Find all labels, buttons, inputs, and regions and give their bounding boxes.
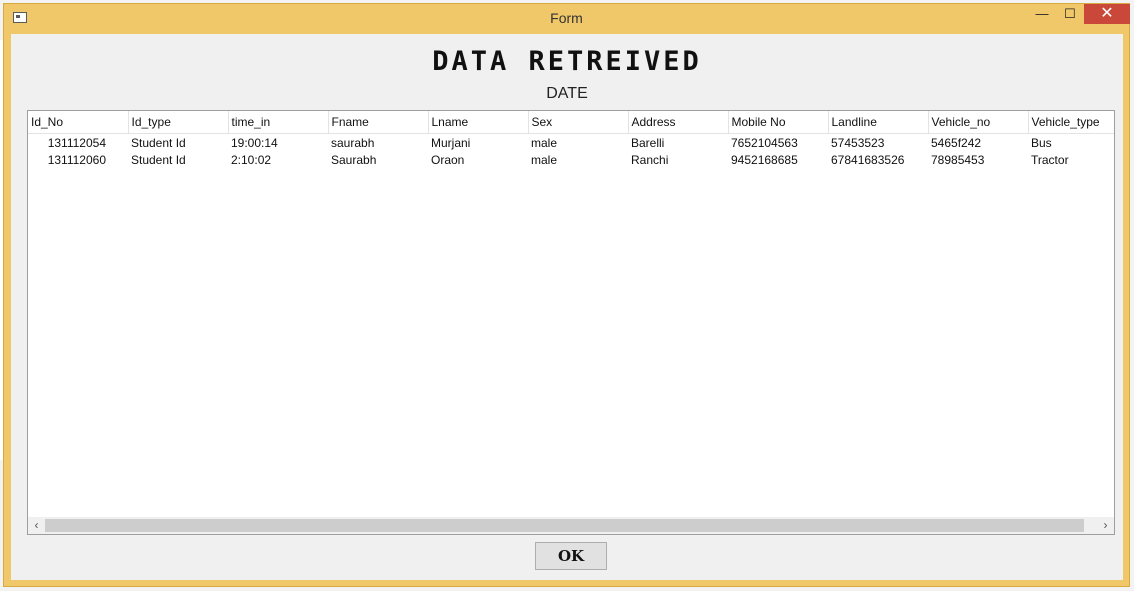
cell-fname[interactable]: Saurabh [328,151,428,168]
column-header-vehicle-type[interactable]: Vehicle_type [1028,111,1114,134]
cell-vehicle-type[interactable]: Bus [1028,134,1114,152]
table-header-row: Id_No Id_type time_in Fname Lname Sex Ad… [28,111,1114,134]
cell-vehicle-no[interactable]: 78985453 [928,151,1028,168]
cell-lname[interactable]: Oraon [428,151,528,168]
cell-time-in[interactable]: 19:00:14 [228,134,328,152]
table-row[interactable]: 131112054 Student Id 19:00:14 saurabh Mu… [28,134,1114,152]
cell-id-type[interactable]: Student Id [128,151,228,168]
scrollbar-thumb[interactable] [45,519,1084,532]
column-header-id-type[interactable]: Id_type [128,111,229,134]
cell-landline[interactable]: 57453523 [828,134,928,152]
cell-id-no[interactable]: 131112060 [28,151,128,168]
form-window: Form — ☐ ✕ DATA RETREIVED DATE Id_No Id_… [3,3,1130,587]
cell-mobile-no[interactable]: 9452168685 [728,151,828,168]
cell-mobile-no[interactable]: 7652104563 [728,134,828,152]
maximize-button[interactable]: ☐ [1056,4,1084,24]
column-header-id-no[interactable]: Id_No [28,111,129,134]
data-table: Id_No Id_type time_in Fname Lname Sex Ad… [28,111,1114,168]
column-header-fname[interactable]: Fname [328,111,429,134]
cell-lname[interactable]: Murjani [428,134,528,152]
page-title: DATA RETREIVED [432,46,702,77]
cell-vehicle-no[interactable]: 5465f242 [928,134,1028,152]
close-button[interactable]: ✕ [1084,4,1130,24]
cell-id-no[interactable]: 131112054 [28,134,128,152]
cell-sex[interactable]: male [528,134,628,152]
table-row[interactable]: 131112060 Student Id 2:10:02 Saurabh Ora… [28,151,1114,168]
data-grid[interactable]: Id_No Id_type time_in Fname Lname Sex Ad… [27,110,1115,535]
column-header-mobile-no[interactable]: Mobile No [728,111,829,134]
cell-fname[interactable]: saurabh [328,134,428,152]
scroll-right-icon[interactable]: › [1097,517,1114,534]
cell-landline[interactable]: 67841683526 [828,151,928,168]
scroll-left-icon[interactable]: ‹ [28,517,45,534]
form-client-area: DATA RETREIVED DATE Id_No Id_type time_i… [11,34,1123,580]
cell-id-type[interactable]: Student Id [128,134,228,152]
column-header-time-in[interactable]: time_in [228,111,329,134]
ok-button[interactable]: OK [535,542,607,570]
date-label: DATE [546,85,588,102]
cell-sex[interactable]: male [528,151,628,168]
cell-address[interactable]: Ranchi [628,151,728,168]
cell-vehicle-type[interactable]: Tractor [1028,151,1114,168]
column-header-lname[interactable]: Lname [428,111,529,134]
cell-time-in[interactable]: 2:10:02 [228,151,328,168]
title-bar[interactable]: Form — ☐ ✕ [4,4,1130,34]
column-header-address[interactable]: Address [628,111,729,134]
window-title: Form [550,10,583,26]
cell-address[interactable]: Barelli [628,134,728,152]
column-header-landline[interactable]: Landline [828,111,929,134]
minimize-button[interactable]: — [1028,4,1056,24]
horizontal-scrollbar[interactable]: ‹ › [28,517,1114,534]
column-header-vehicle-no[interactable]: Vehicle_no [928,111,1029,134]
column-header-sex[interactable]: Sex [528,111,629,134]
